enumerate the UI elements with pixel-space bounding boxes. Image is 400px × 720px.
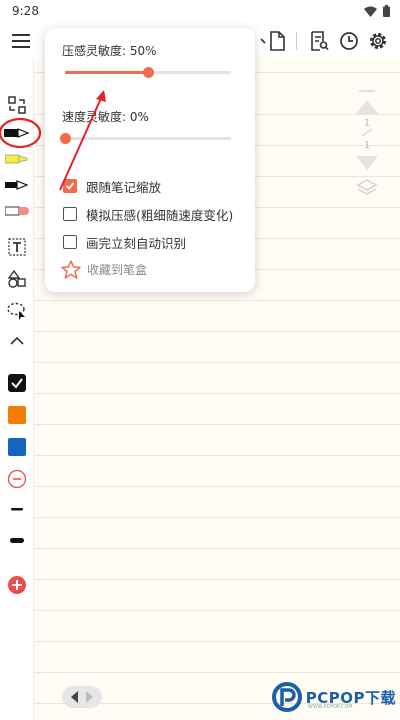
pressure-slider-thumb[interactable] (143, 67, 154, 78)
page-current: 1 (363, 118, 371, 129)
document-icon[interactable] (264, 28, 290, 54)
menu-icon[interactable] (8, 28, 34, 54)
speed-slider[interactable] (60, 133, 231, 144)
speed-sensitivity-label: 速度灵敏度: 0% (62, 110, 149, 124)
speed-slider-thumb[interactable] (60, 133, 71, 144)
pressure-sensitivity-label: 压感灵敏度: 50% (62, 44, 157, 58)
pager-top-bar (359, 90, 375, 92)
option-label: 画完立刻自动识别 (86, 235, 187, 251)
page-down-icon[interactable] (356, 156, 378, 170)
option-label: 跟随笔记缩放 (86, 179, 162, 195)
search-document-icon[interactable] (306, 28, 332, 54)
add-to-penbox-label: 收藏到笔盒 (87, 263, 148, 277)
shapes-icon[interactable] (4, 266, 30, 292)
blue-swatch-icon[interactable] (4, 434, 30, 460)
battery-icon (383, 5, 390, 17)
system-icons (364, 5, 390, 17)
eraser-icon[interactable] (4, 198, 30, 224)
lasso-icon[interactable] (4, 298, 30, 324)
checkbox-auto-recognize[interactable] (63, 235, 77, 249)
page-total: 1 (363, 140, 371, 151)
add-to-penbox-button[interactable]: 收藏到笔盒 (61, 260, 147, 279)
clock-icon[interactable] (336, 28, 362, 54)
orange-swatch-icon[interactable] (4, 402, 30, 428)
next-page-icon[interactable] (85, 691, 93, 703)
wifi-icon (364, 6, 377, 17)
pen-settings-popup: 压感灵敏度: 50% 速度灵敏度: 0% 跟随笔记缩放 模拟压感(粗细随速度变化… (45, 28, 255, 292)
highlighter-icon[interactable] (4, 146, 30, 172)
watermark-subtext: WWW.PCPOP.COM (307, 704, 353, 710)
pager-slash (361, 128, 373, 137)
settings-icon[interactable] (365, 28, 391, 54)
option-follow-zoom[interactable]: 跟随笔记缩放 (63, 177, 161, 195)
prev-page-icon[interactable] (71, 691, 79, 703)
checkbox-follow-zoom[interactable] (63, 179, 77, 193)
star-icon (61, 260, 81, 279)
checkbox-simulate-pressure[interactable] (63, 207, 77, 221)
page-indicator: 1 1 (352, 90, 382, 200)
minus-icon[interactable] (4, 466, 30, 492)
page-nav-pill[interactable] (62, 686, 102, 708)
option-simulate-pressure[interactable]: 模拟压感(粗细随速度变化) (63, 205, 233, 223)
pen-icon[interactable] (4, 120, 30, 146)
left-toolbar (0, 58, 34, 720)
page-up-icon[interactable] (356, 100, 378, 114)
toolbar-divider (296, 32, 297, 50)
thin-line-icon[interactable] (4, 496, 30, 522)
layers-icon[interactable] (356, 178, 378, 198)
thick-line-icon[interactable] (4, 528, 30, 554)
pressure-slider-fill (65, 71, 148, 74)
status-bar: 9:28 (0, 0, 400, 24)
option-label: 模拟压感(粗细随速度变化) (86, 207, 234, 223)
collapse-icon[interactable] (4, 328, 30, 354)
pressure-slider[interactable] (65, 67, 231, 78)
add-icon[interactable] (4, 572, 30, 598)
convert-icon[interactable] (4, 92, 30, 118)
status-time: 9:28 (12, 4, 39, 18)
watermark-logo: PCPOP下载 WWW.PCPOP.COM (271, 682, 396, 712)
text-box-icon[interactable] (4, 234, 30, 260)
black-swatch-icon[interactable] (4, 370, 30, 396)
pcpop-logo-icon (271, 682, 302, 712)
ballpen-icon[interactable] (4, 172, 30, 198)
option-auto-recognize[interactable]: 画完立刻自动识别 (63, 233, 186, 251)
